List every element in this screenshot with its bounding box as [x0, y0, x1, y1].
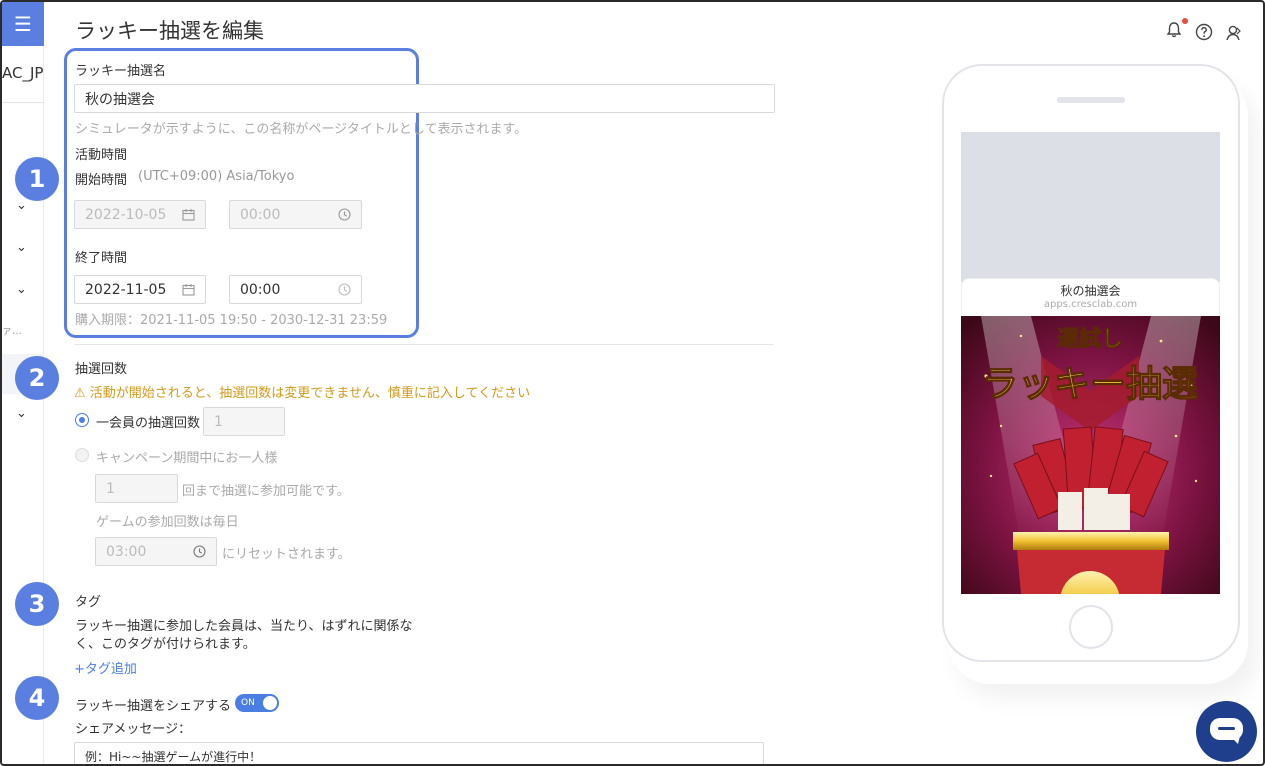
reset-time-value: 03:00 — [106, 543, 147, 560]
notification-dot — [1182, 18, 1188, 24]
radio-per-campaign[interactable] — [75, 448, 89, 462]
clock-icon — [338, 283, 351, 296]
share-message-label: シェアメッセージ： — [75, 722, 192, 737]
name-hint: シミュレータが示すように、この名称がページタイトルとして表示されます。 — [75, 122, 528, 137]
bell-icon[interactable] — [1164, 20, 1184, 40]
end-date-input[interactable]: 2022-11-05 — [74, 275, 206, 304]
preview-header-area — [961, 132, 1220, 282]
per-campaign-input[interactable]: 1 — [95, 474, 178, 503]
end-time-label: 終了時間 — [75, 251, 128, 266]
phone-speaker — [1057, 97, 1125, 103]
chevron-down-icon[interactable]: ⌄ — [16, 406, 27, 421]
step-badge-1: 1 — [15, 157, 59, 201]
period-label: 活動時間 — [75, 148, 128, 163]
end-time-value: 00:00 — [240, 281, 281, 298]
page-title: ラッキー抽選を編集 — [75, 19, 264, 43]
user-icon[interactable] — [1224, 23, 1244, 43]
chevron-down-icon[interactable]: ⌄ — [16, 240, 27, 255]
radio-per-member[interactable] — [75, 413, 89, 427]
draw-count-label: 抽選回数 — [75, 362, 128, 377]
section-divider — [74, 344, 774, 345]
banner-main-text: ラッキー抽選 — [982, 363, 1198, 405]
step-badge-3: 3 — [15, 582, 59, 626]
name-label: ラッキー抽選名 — [75, 64, 167, 79]
account-code: AC_JP — [2, 64, 44, 82]
lottery-banner-image: 運試し ラッキー抽選 — [961, 316, 1220, 594]
chevron-down-icon[interactable]: ⌄ — [16, 282, 27, 297]
draw-count-warning: ⚠ 活動が開始されると、抽選回数は変更できません、慎重に記入してください — [74, 386, 531, 401]
calendar-icon — [182, 284, 195, 296]
share-label: ラッキー抽選をシェアする — [75, 699, 232, 714]
clock-icon — [338, 208, 351, 221]
step-badge-2: 2 — [15, 356, 59, 400]
help-icon[interactable] — [1194, 22, 1214, 42]
share-message-input[interactable]: 例：Hi~~抽選ゲームが進行中！ — [74, 742, 764, 764]
sidebar-item-truncated[interactable]: ァ… — [2, 322, 44, 337]
chat-bubble-icon — [1210, 718, 1243, 744]
name-input[interactable]: 秋の抽選会 — [74, 84, 775, 113]
start-date-value: 2022-10-05 — [85, 206, 167, 223]
chevron-down-icon[interactable]: ⌄ — [16, 198, 27, 213]
per-campaign-suffix: 回まで抽選に参加可能です。 — [182, 484, 350, 499]
start-time-label: 開始時間 — [75, 173, 128, 188]
hamburger-icon[interactable]: ☰ — [2, 2, 44, 46]
reset-time-input[interactable]: 03:00 — [95, 537, 217, 566]
timezone-label: (UTC+09:00) Asia/Tokyo — [138, 169, 295, 184]
step-badge-4: 4 — [15, 676, 59, 720]
chat-bubble-line — [1218, 727, 1235, 730]
share-toggle[interactable]: ON — [235, 694, 279, 712]
start-time-value: 00:00 — [240, 206, 281, 223]
preview-card-url: apps.cresclab.com — [1043, 299, 1138, 310]
per-member-input[interactable]: 1 — [203, 407, 285, 436]
app-window: ☰ AC_JP ⌄ ⌄ ⌄ ⌄ ァ… ⌄ ラッキー抽選を編集 1 2 3 4 ラ… — [0, 0, 1265, 766]
chat-button[interactable] — [1196, 701, 1257, 762]
calendar-icon — [182, 209, 195, 221]
add-tag-link[interactable]: +タグ追加 — [74, 658, 137, 677]
start-time-input[interactable]: 00:00 — [229, 200, 362, 229]
per-campaign-label: キャンペーン期間中にお一人様 — [96, 451, 278, 466]
banner-top-text: 運試し — [1057, 326, 1123, 352]
purchase-limit: 購入期限：2021-11-05 19:50 - 2030-12-31 23:59 — [75, 313, 388, 328]
daily-label: ゲームの参加回数は毎日 — [96, 515, 239, 530]
tag-label: タグ — [75, 595, 102, 610]
phone-home-button — [1069, 605, 1113, 649]
end-date-value: 2022-11-05 — [85, 281, 167, 298]
sidebar-divider — [2, 102, 44, 103]
per-member-label: 一会員の抽選回数 — [96, 416, 201, 431]
preview-card-title: 秋の抽選会 — [1060, 284, 1121, 298]
clock-icon — [193, 545, 206, 558]
tag-description-2: く、このタグが付けられます。 — [75, 637, 256, 652]
preview-card: 秋の抽選会 apps.cresclab.com — [961, 278, 1220, 318]
end-time-input[interactable]: 00:00 — [229, 275, 362, 304]
tag-description-1: ラッキー抽選に参加した会員は、当たり、はずれに関係な — [75, 619, 413, 634]
reset-suffix: にリセットされます。 — [222, 547, 351, 562]
start-date-input[interactable]: 2022-10-05 — [74, 200, 206, 229]
